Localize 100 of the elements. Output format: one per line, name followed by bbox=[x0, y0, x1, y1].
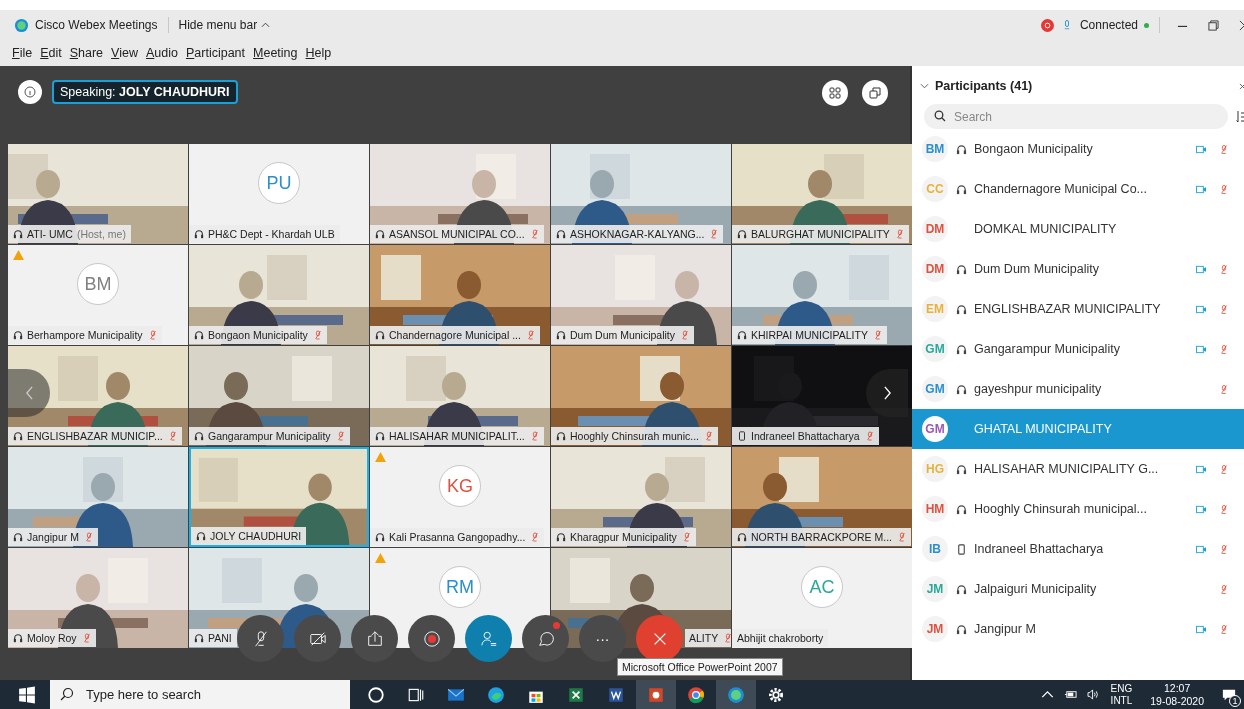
participant-name: HALISAHAR MUNICIPALITY G... bbox=[974, 462, 1160, 476]
headset-icon bbox=[13, 431, 23, 441]
headset-icon bbox=[194, 330, 204, 340]
participant-name: Jalpaiguri Municipality bbox=[974, 582, 1098, 596]
menu-item[interactable]: Participant bbox=[185, 46, 246, 60]
layout-button[interactable] bbox=[862, 80, 888, 106]
menu-item[interactable]: Meeting bbox=[253, 46, 298, 60]
avatar-initials: BM bbox=[922, 136, 948, 162]
participant-row[interactable]: DM Dum Dum Municipality bbox=[912, 249, 1244, 289]
avatar-initials: GM bbox=[922, 416, 948, 442]
connection-status: Connected bbox=[1079, 18, 1138, 32]
clock-date[interactable]: 19-08-2020 bbox=[1150, 694, 1204, 708]
start-icon[interactable] bbox=[18, 685, 36, 704]
chat-bubble-icon bbox=[536, 629, 555, 648]
avatar-initials: GM bbox=[922, 336, 948, 362]
avatar-initials: DM bbox=[922, 216, 948, 242]
headset-icon bbox=[13, 330, 23, 340]
participant-row[interactable]: EM ENGLISHBAZAR MUNICIPALITY bbox=[912, 289, 1244, 329]
avatar-initials: GM bbox=[922, 376, 948, 402]
chevron-left-icon bbox=[24, 386, 34, 400]
info-button[interactable] bbox=[18, 80, 42, 104]
participant-name: GHATAL MUNICIPALITY bbox=[974, 422, 1113, 436]
headset-icon bbox=[955, 623, 967, 635]
message-icon bbox=[1222, 687, 1236, 702]
participant-name: KHIRPAI MUNICIPALITY bbox=[751, 329, 868, 341]
participant-row[interactable]: CC Chandernagore Municipal Co... bbox=[912, 169, 1244, 209]
headset-icon bbox=[194, 633, 204, 643]
headset-icon bbox=[955, 183, 967, 195]
search-icon bbox=[934, 110, 946, 122]
webex-icon[interactable] bbox=[727, 685, 745, 704]
settings-icon[interactable] bbox=[767, 685, 785, 704]
participant-name: ENGLISHBAZAR MUNICIP... bbox=[27, 430, 163, 442]
status-dot-icon bbox=[1144, 22, 1149, 28]
presentation-icon[interactable] bbox=[647, 685, 665, 704]
headset-icon bbox=[375, 431, 385, 441]
notifications-button[interactable]: 1 bbox=[1214, 680, 1244, 709]
host-note: (Host, me) bbox=[76, 228, 126, 240]
chrome-icon[interactable] bbox=[687, 685, 705, 704]
participant-name: BALURGHAT MUNICIPALITY bbox=[751, 228, 890, 240]
language-indicator[interactable]: ENG bbox=[1110, 682, 1133, 695]
participant-row[interactable]: IB Indraneel Bhattacharya bbox=[912, 529, 1244, 569]
volume-icon[interactable] bbox=[1086, 689, 1100, 700]
participant-name: ENGLISHBAZAR MUNICIPALITY bbox=[974, 302, 1162, 316]
clock-time[interactable]: 12:07 bbox=[1164, 681, 1191, 695]
participant-row[interactable]: JM Jangipur M bbox=[912, 609, 1244, 649]
browser-icon[interactable] bbox=[487, 685, 505, 704]
headset-icon bbox=[737, 330, 747, 340]
close-icon[interactable] bbox=[1239, 82, 1244, 90]
spreadsheet-icon[interactable] bbox=[567, 685, 585, 704]
participant-row[interactable]: GM gayeshpur municipality bbox=[912, 369, 1244, 409]
chevron-up-icon[interactable] bbox=[1040, 689, 1054, 700]
previous-page-button[interactable] bbox=[8, 369, 50, 417]
participant-row[interactable]: HG HALISAHAR MUNICIPALITY G... bbox=[912, 449, 1244, 489]
participant-row[interactable]: HM Hooghly Chinsurah municipal... bbox=[912, 489, 1244, 529]
participant-row[interactable]: BM Bongaon Municipality bbox=[912, 129, 1244, 169]
participant-name: Hooghly Chinsurah municipal... bbox=[974, 502, 1148, 516]
phone-icon bbox=[955, 543, 967, 555]
unread-dot bbox=[553, 622, 560, 629]
menu-item[interactable]: Help bbox=[305, 46, 332, 60]
participant-row[interactable]: JM Jalpaiguri Municipality bbox=[912, 569, 1244, 609]
participant-name: Abhijit chakroborty bbox=[737, 632, 824, 644]
participant-name: Gangarampur Municipality bbox=[974, 342, 1121, 356]
participant-row[interactable]: GM GHATAL MUNICIPALITY bbox=[912, 409, 1244, 449]
keyboard-layout[interactable]: INTL bbox=[1110, 694, 1133, 707]
participant-name: ATI- UMC bbox=[27, 228, 73, 240]
menu-item[interactable]: Edit bbox=[40, 46, 62, 60]
menu-item[interactable]: File bbox=[12, 46, 33, 60]
sort-icon[interactable] bbox=[1236, 109, 1244, 124]
battery-icon[interactable] bbox=[1063, 689, 1077, 700]
circle-icon[interactable] bbox=[367, 685, 385, 704]
share-icon bbox=[365, 629, 384, 648]
search-field[interactable]: Search bbox=[924, 104, 1228, 129]
restore-icon[interactable] bbox=[1208, 19, 1219, 31]
headset-icon bbox=[375, 229, 385, 239]
headset-icon bbox=[194, 229, 204, 239]
phone-icon bbox=[737, 431, 747, 441]
participant-name: JOLY CHAUDHURI bbox=[210, 530, 302, 542]
headset-icon bbox=[737, 532, 747, 542]
headset-icon bbox=[955, 143, 967, 155]
menu-item[interactable]: View bbox=[111, 46, 138, 60]
chevron-right-icon bbox=[882, 386, 892, 400]
participant-row[interactable]: GM Gangarampur Municipality bbox=[912, 329, 1244, 369]
menu-item[interactable]: Share bbox=[69, 46, 104, 60]
menu-item[interactable]: Audio bbox=[145, 46, 178, 60]
document-icon[interactable] bbox=[607, 685, 625, 704]
avatar-initials: IB bbox=[922, 536, 948, 562]
hide-menu-bar-button[interactable]: Hide menu bar bbox=[178, 18, 271, 32]
participant-row[interactable]: DM DOMKAL MUNICIPALITY bbox=[912, 209, 1244, 249]
avatar-initials: HG bbox=[922, 456, 948, 482]
headset-icon bbox=[955, 343, 967, 355]
collapse-icon[interactable] bbox=[920, 83, 929, 89]
grid-view-button[interactable] bbox=[822, 80, 848, 106]
panel-title: Participants (41) bbox=[935, 79, 1033, 93]
person-list-icon bbox=[479, 629, 498, 648]
participant-name: Kali Prasanna Gangopadhy... bbox=[389, 531, 526, 543]
participant-name: Jangipur M bbox=[27, 531, 79, 543]
taskbar-search-field[interactable]: Type here to search bbox=[50, 680, 350, 709]
participant-name: ASHOKNAGAR-KALYANG... bbox=[570, 228, 705, 240]
headset-icon bbox=[955, 463, 967, 475]
participant-name: Indraneel Bhattacharya bbox=[974, 542, 1105, 556]
